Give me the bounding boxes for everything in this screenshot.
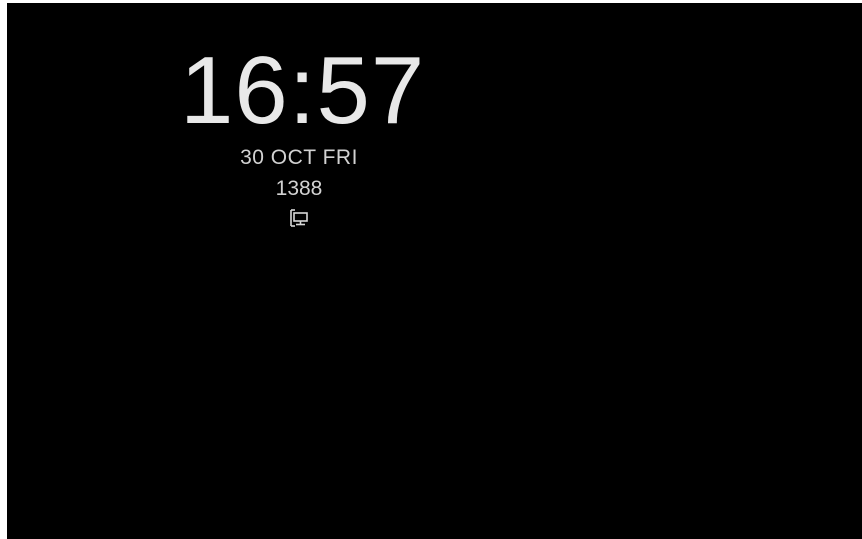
network-monitor-icon: [288, 207, 310, 233]
always-on-display-screen: 16:57 30 OCT FRI 1388: [7, 3, 862, 539]
clock-date: 30 OCT FRI: [240, 146, 358, 169]
clock-time: 16:57: [180, 37, 426, 144]
notification-count: 1388: [275, 177, 323, 200]
status-icon-row: [180, 207, 418, 233]
clock-widget: 16:57 30 OCT FRI 1388: [180, 37, 426, 233]
